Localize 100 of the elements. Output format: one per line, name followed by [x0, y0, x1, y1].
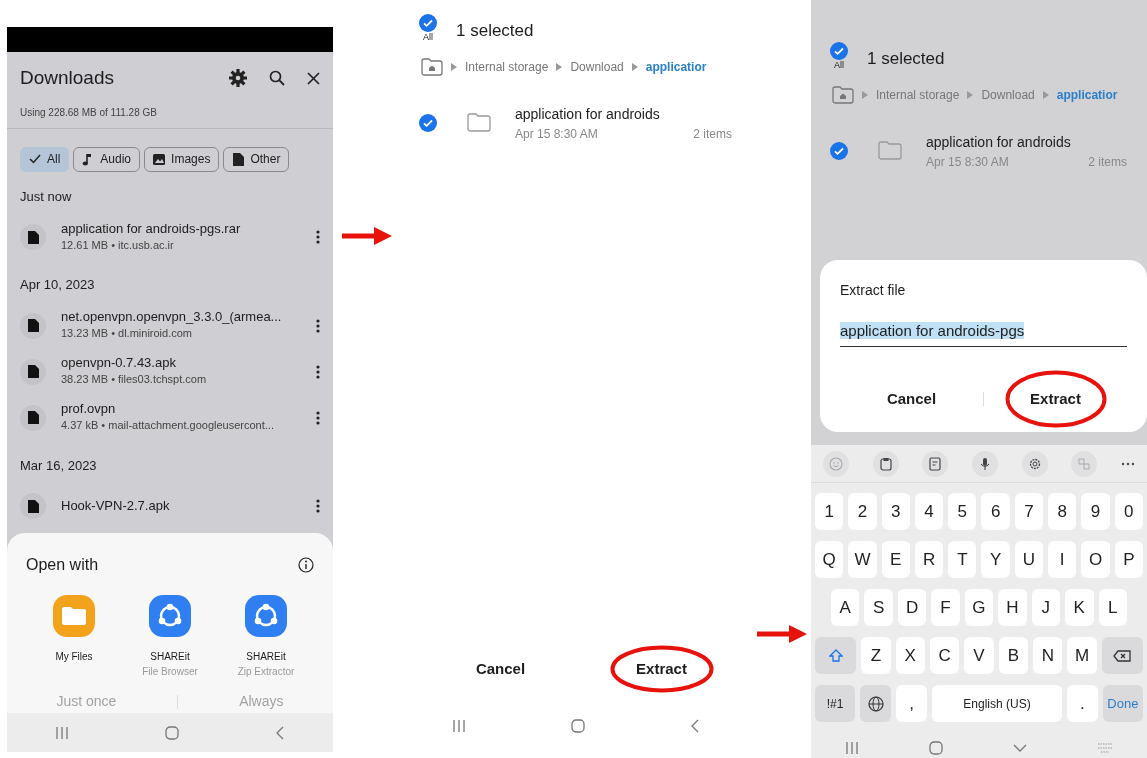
- home-icon[interactable]: [928, 740, 943, 755]
- symbols-key[interactable]: !#1: [815, 685, 856, 722]
- filter-chip[interactable]: Other: [223, 146, 290, 172]
- breadcrumb-link[interactable]: applicatior: [645, 57, 707, 76]
- space-key[interactable]: English (US): [932, 685, 1062, 722]
- keyboard-key[interactable]: E: [881, 541, 910, 578]
- backspace-key[interactable]: [1101, 637, 1143, 674]
- keyboard-key[interactable]: O: [1081, 541, 1110, 578]
- keyboard-key[interactable]: 5: [948, 493, 977, 530]
- dialog-button[interactable]: Cancel: [874, 383, 949, 415]
- keyboard-key[interactable]: S: [864, 589, 893, 626]
- folder-name[interactable]: application for androids: [926, 131, 1127, 153]
- home-icon[interactable]: [165, 725, 179, 740]
- more-options-icon[interactable]: [316, 318, 320, 333]
- keyboard-key[interactable]: L: [1098, 589, 1127, 626]
- keyboard-key[interactable]: V: [964, 637, 994, 674]
- back-icon[interactable]: [691, 718, 699, 733]
- keyboard-key[interactable]: N: [1033, 637, 1063, 674]
- select-all-checkbox[interactable]: [830, 42, 848, 60]
- keyboard-key[interactable]: T: [948, 541, 977, 578]
- item-count: 2 items: [1088, 153, 1127, 171]
- keyboard-key[interactable]: ,: [896, 685, 928, 722]
- keyboard-key[interactable]: 3: [881, 493, 910, 530]
- keyboard-key[interactable]: 8: [1048, 493, 1077, 530]
- keyboard-key[interactable]: J: [1031, 589, 1061, 626]
- backspace-icon: [1113, 649, 1132, 662]
- filter-chip[interactable]: All: [20, 146, 70, 172]
- filter-chip[interactable]: Images: [144, 146, 220, 172]
- keyboard-key[interactable]: 7: [1014, 493, 1044, 530]
- keyboard-key[interactable]: 0: [1114, 493, 1143, 530]
- document-icon: [27, 230, 39, 244]
- more-options-icon[interactable]: [316, 499, 320, 513]
- keyboard-key[interactable]: I: [1048, 541, 1077, 578]
- keyboard-key[interactable]: H: [998, 589, 1027, 626]
- keyboard-key[interactable]: Y: [981, 541, 1010, 578]
- keyboard-key[interactable]: G: [964, 589, 994, 626]
- note-icon: [928, 456, 943, 471]
- item-checkbox[interactable]: [419, 114, 437, 132]
- folder-icon: [62, 607, 86, 625]
- file-name[interactable]: prof.ovpn: [61, 401, 316, 418]
- keyboard-key[interactable]: R: [914, 541, 944, 578]
- keyboard-key[interactable]: A: [831, 589, 860, 626]
- file-name[interactable]: application for androids-pgs.rar: [61, 220, 316, 237]
- keyboard-key[interactable]: M: [1067, 637, 1097, 674]
- more-options-icon[interactable]: [316, 410, 320, 425]
- home-icon[interactable]: [571, 718, 585, 733]
- file-name[interactable]: openvpn-0.7.43.apk: [61, 355, 316, 372]
- shift-key[interactable]: [815, 637, 857, 674]
- file-name-field[interactable]: application for androids-pgs: [840, 319, 1127, 347]
- folder-name[interactable]: application for androids: [515, 103, 732, 125]
- keyboard-key[interactable]: C: [929, 637, 960, 674]
- keyboard-key[interactable]: 6: [981, 493, 1010, 530]
- selection-count: 1 selected: [867, 48, 945, 70]
- keyboard-key[interactable]: U: [1014, 541, 1044, 578]
- chevron-down-icon[interactable]: [1013, 743, 1028, 752]
- keyboard-key[interactable]: D: [897, 589, 927, 626]
- keyboard-key[interactable]: Q: [815, 541, 844, 578]
- back-icon[interactable]: [276, 725, 285, 740]
- keyboard-key[interactable]: F: [931, 589, 960, 626]
- keyboard-key[interactable]: Z: [861, 637, 891, 674]
- keyboard-key[interactable]: W: [848, 541, 877, 578]
- info-icon[interactable]: [298, 557, 314, 573]
- more-options-icon[interactable]: [316, 230, 320, 244]
- sheet-title: Open with: [26, 555, 99, 575]
- keyboard-key[interactable]: P: [1114, 541, 1143, 578]
- keyboard-key[interactable]: 9: [1081, 493, 1110, 530]
- toolbar-button[interactable]: [971, 450, 998, 477]
- keyboard-key[interactable]: B: [998, 637, 1029, 674]
- breadcrumb-separator-icon: [967, 90, 974, 99]
- home-folder-icon[interactable]: [421, 57, 443, 76]
- keyboard-key[interactable]: X: [895, 637, 925, 674]
- recent-apps-icon[interactable]: [453, 719, 465, 732]
- app-subtitle: Zip Extractor: [237, 665, 295, 679]
- share-app-icon[interactable]: [149, 595, 191, 637]
- folder-icon: [467, 113, 491, 133]
- item-checkbox[interactable]: [830, 142, 848, 160]
- select-all-checkbox[interactable]: [419, 14, 437, 32]
- dialog-button[interactable]: Cancel: [463, 653, 538, 685]
- keyboard-key[interactable]: 4: [914, 493, 944, 530]
- date-heading: Apr 10, 2023: [19, 276, 96, 294]
- keyboard-key[interactable]: 1: [815, 493, 844, 530]
- home-folder-icon[interactable]: [832, 85, 854, 104]
- toolbar-button[interactable]: [1021, 450, 1048, 477]
- file-name[interactable]: net.openvpn.openvpn_3.3.0_(armea...: [61, 309, 316, 326]
- breadcrumb-link[interactable]: Download: [570, 57, 624, 76]
- share-app-icon[interactable]: [245, 595, 287, 637]
- more-options-icon[interactable]: [316, 364, 320, 379]
- selection-count: 1 selected: [456, 20, 534, 42]
- keyboard-key[interactable]: 2: [848, 493, 877, 530]
- toolbar-button[interactable]: [872, 450, 899, 477]
- breadcrumb-link[interactable]: Internal storage: [465, 57, 549, 76]
- date-heading: Mar 16, 2023: [19, 456, 98, 475]
- folder-date: Apr 15 8:30 AM: [515, 125, 598, 143]
- keyboard-key[interactable]: .: [1066, 685, 1098, 722]
- close-icon[interactable]: [307, 71, 320, 85]
- language-key[interactable]: [860, 685, 892, 722]
- file-name[interactable]: Hook-VPN-2.7.apk: [61, 498, 316, 514]
- search-icon[interactable]: [269, 70, 285, 87]
- keyboard-key[interactable]: K: [1065, 589, 1094, 626]
- filter-chip[interactable]: Audio: [73, 146, 141, 172]
